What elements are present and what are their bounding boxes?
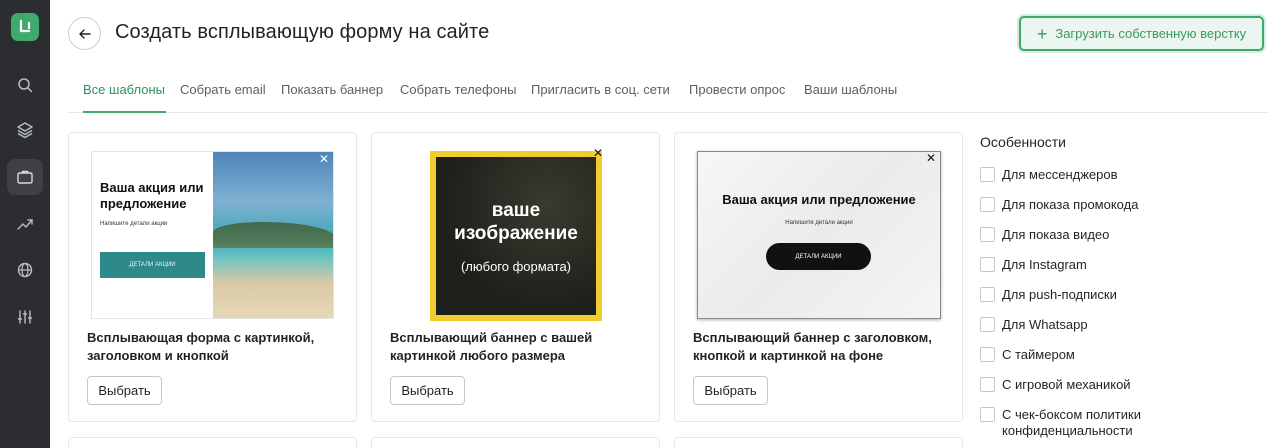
template-preview: Ваша акция или предложение Напишите дета… xyxy=(91,151,334,319)
checkbox[interactable] xyxy=(980,347,995,362)
feature-label: Для показа промокода xyxy=(1002,197,1139,212)
checkbox[interactable] xyxy=(980,317,995,332)
sidebar-item-search[interactable] xyxy=(7,67,43,103)
feature-option[interactable]: Для Whatsapp xyxy=(980,317,1270,347)
sidebar-item-globe[interactable] xyxy=(7,252,43,288)
layers-icon xyxy=(17,122,33,139)
feature-option[interactable]: Для мессенджеров xyxy=(980,167,1270,197)
plus-icon: + xyxy=(1036,23,1048,44)
trending-up-icon xyxy=(17,219,33,230)
template-card[interactable]: ваше изображение (любого формата) ✕ Вспл… xyxy=(371,132,660,422)
sidebar-item-briefcase[interactable] xyxy=(7,159,43,195)
feature-label: С таймером xyxy=(1002,347,1075,362)
close-icon: ✕ xyxy=(925,151,936,165)
upload-button-label: Загрузить собственную верстку xyxy=(1055,26,1247,41)
card-title: Всплывающая форма с картинкой, заголовко… xyxy=(87,330,315,363)
tab-all-templates[interactable]: Все шаблоны xyxy=(83,82,165,97)
choose-button[interactable]: Выбрать xyxy=(87,376,162,405)
checkbox[interactable] xyxy=(980,197,995,212)
page-title: Создать всплывающую форму на сайте xyxy=(115,21,490,43)
checkbox[interactable] xyxy=(980,257,995,272)
beach-photo xyxy=(213,152,333,318)
template-preview: ваше изображение (любого формата) ✕ xyxy=(430,146,603,321)
choose-button[interactable]: Выбрать xyxy=(390,376,465,405)
tab-collect-email[interactable]: Собрать email xyxy=(180,82,266,97)
template-card[interactable] xyxy=(371,437,660,448)
globe-icon xyxy=(17,262,33,278)
tab-survey[interactable]: Провести опрос xyxy=(689,82,785,97)
feature-option[interactable]: С таймером xyxy=(980,347,1270,377)
feature-label: С игровой механикой xyxy=(1002,377,1131,392)
feature-option[interactable]: Для push-подписки xyxy=(980,287,1270,317)
checkbox[interactable] xyxy=(980,407,995,422)
feature-option[interactable]: С игровой механикой xyxy=(980,377,1270,407)
tab-show-banner[interactable]: Показать баннер xyxy=(281,82,383,97)
feature-option[interactable]: Для показа видео xyxy=(980,227,1270,257)
feature-label: Для Whatsapp xyxy=(1002,317,1088,332)
feature-label: Для показа видео xyxy=(1002,227,1110,242)
preview-cta: ДЕТАЛИ АКЦИИ xyxy=(100,252,205,278)
close-icon: ✕ xyxy=(592,146,603,160)
choose-button[interactable]: Выбрать xyxy=(693,376,768,405)
preview-subtext: Напишите детали акции xyxy=(100,221,168,227)
preview-subtext: Напишите детали акции xyxy=(785,220,853,226)
template-card[interactable] xyxy=(68,437,357,448)
feature-option[interactable]: Для показа промокода xyxy=(980,197,1270,227)
checkbox[interactable] xyxy=(980,227,995,242)
features-filter: Особенности Для мессенджеров Для показа … xyxy=(980,134,1270,438)
image-placeholder: ваше изображение (любого формата) xyxy=(436,157,596,315)
upload-custom-layout-button[interactable]: + Загрузить собственную верстку xyxy=(1019,16,1264,51)
template-card[interactable]: Ваша акция или предложение Напишите дета… xyxy=(674,132,963,422)
back-button[interactable] xyxy=(68,17,101,50)
sidebar-item-analytics[interactable] xyxy=(7,206,43,242)
template-preview: Ваша акция или предложение Напишите дета… xyxy=(697,151,941,319)
template-tabs: Все шаблоны Собрать email Показать банне… xyxy=(68,72,1268,113)
template-card[interactable]: Ваша акция или предложение Напишите дета… xyxy=(68,132,357,422)
logo-icon xyxy=(19,19,31,33)
active-tab-indicator xyxy=(83,111,166,113)
briefcase-icon xyxy=(17,170,33,184)
template-card[interactable] xyxy=(674,437,963,448)
checkbox[interactable] xyxy=(980,377,995,392)
sidebar xyxy=(0,0,50,448)
feature-option[interactable]: С чек-боксом политики конфиденциальности xyxy=(980,407,1270,438)
feature-label: Для мессенджеров xyxy=(1002,167,1118,182)
tab-invite-social[interactable]: Пригласить в соц. сети xyxy=(531,82,670,97)
card-title: Всплывающий баннер с вашей картинкой люб… xyxy=(390,330,593,363)
app-logo[interactable] xyxy=(11,13,39,41)
sliders-icon xyxy=(17,310,33,324)
checkbox[interactable] xyxy=(980,287,995,302)
preview-heading: Ваша акция или предложение xyxy=(100,180,204,211)
sidebar-item-settings[interactable] xyxy=(7,299,43,335)
checkbox[interactable] xyxy=(980,167,995,182)
preview-heading: Ваша акция или предложение xyxy=(722,192,916,207)
sidebar-item-layers[interactable] xyxy=(7,112,43,148)
preview-big-text: ваше изображение xyxy=(454,199,578,244)
close-icon: ✕ xyxy=(318,152,329,166)
tab-your-templates[interactable]: Ваши шаблоны xyxy=(804,82,897,97)
feature-option[interactable]: Для Instagram xyxy=(980,257,1270,287)
preview-small-text: (любого формата) xyxy=(460,258,572,274)
arrow-left-icon xyxy=(78,28,91,39)
feature-label: Для Instagram xyxy=(1002,257,1087,272)
island-shape xyxy=(213,222,333,248)
card-title: Всплывающий баннер с заголовком, кнопкой… xyxy=(693,330,932,363)
preview-cta: ДЕТАЛИ АКЦИИ xyxy=(766,243,871,270)
feature-label: С чек-боксом политики конфиденциальности xyxy=(1002,407,1141,438)
feature-label: Для push-подписки xyxy=(1002,287,1117,302)
search-icon xyxy=(18,78,33,93)
features-title: Особенности xyxy=(980,134,1066,150)
tab-collect-phones[interactable]: Собрать телефоны xyxy=(400,82,516,97)
